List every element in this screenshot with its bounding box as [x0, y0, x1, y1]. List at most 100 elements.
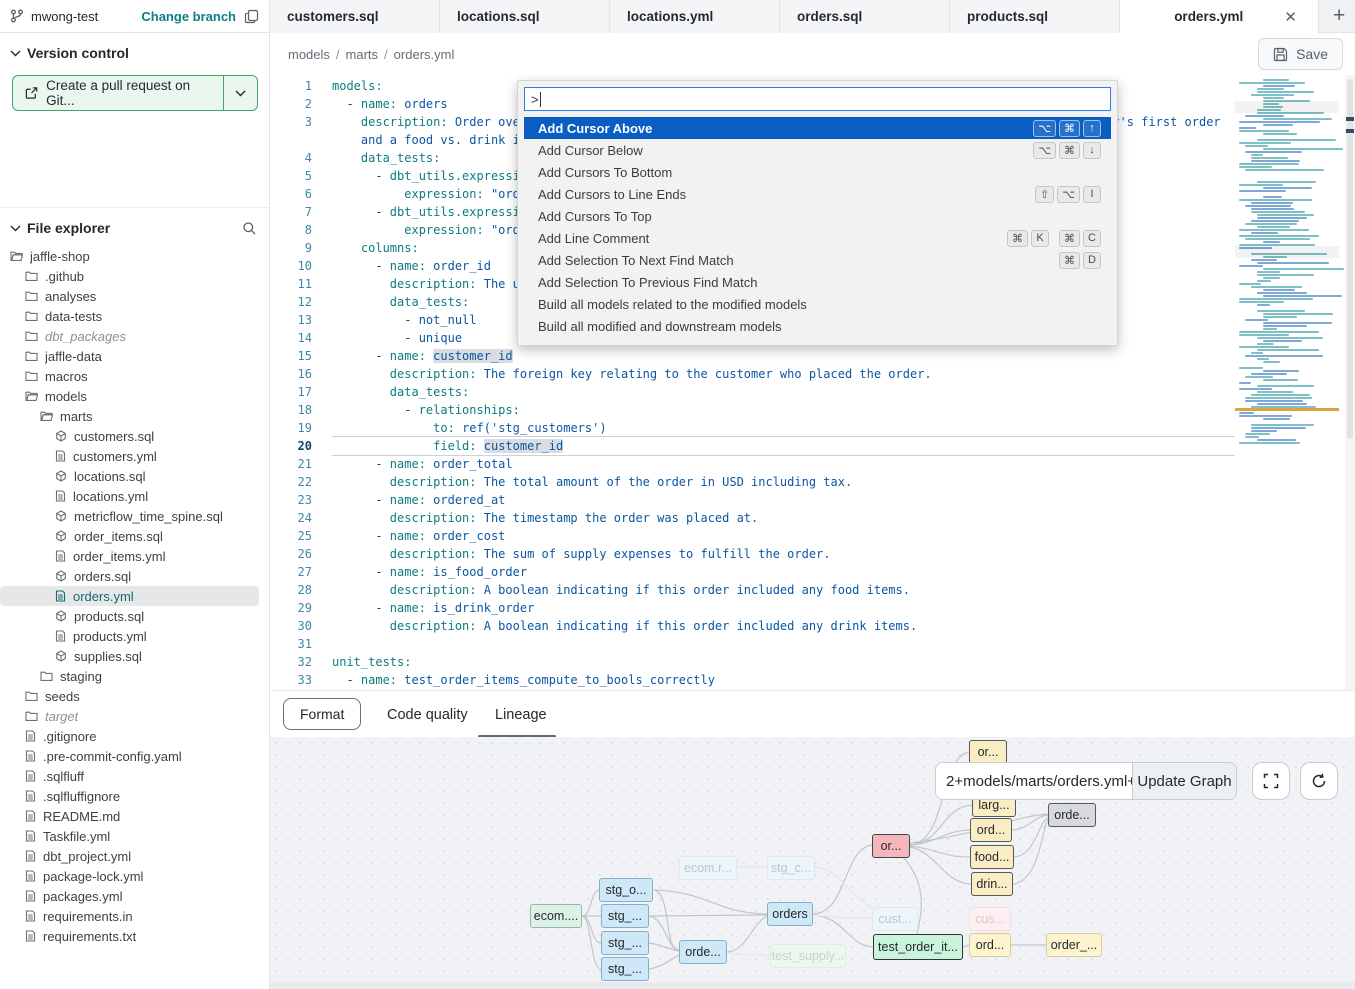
tree-item-locations-sql[interactable]: locations.sql — [0, 466, 269, 486]
tree-item-order-items-yml[interactable]: order_items.yml — [0, 546, 269, 566]
command-palette-input[interactable]: > — [524, 87, 1111, 111]
lineage-node-orde-[interactable]: orde... — [679, 940, 727, 964]
code-line[interactable]: 15 - name: customer_id — [270, 347, 1235, 365]
refresh-button[interactable] — [1300, 762, 1338, 800]
lineage-node-stg-o-[interactable]: stg_o... — [599, 878, 653, 902]
lineage-node-stg-[interactable]: stg_... — [601, 904, 649, 928]
lineage-node-cus-[interactable]: cus... — [969, 907, 1011, 931]
palette-item-add-cursor-above[interactable]: Add Cursor Above⌥⌘↑ — [524, 117, 1111, 139]
lineage-node-stg-[interactable]: stg_... — [601, 931, 649, 955]
code-line[interactable]: 22 description: The total amount of the … — [270, 473, 1235, 491]
lineage-node-ecom-r-[interactable]: ecom.r... — [679, 856, 737, 880]
tree-item-models[interactable]: models — [0, 386, 269, 406]
tab-customers-sql[interactable]: customers.sql — [270, 0, 440, 33]
tree-item-taskfile-yml[interactable]: Taskfile.yml — [0, 826, 269, 846]
new-tab-button[interactable]: + — [1333, 4, 1345, 28]
tree-item-jaffle-shop[interactable]: jaffle-shop — [0, 246, 269, 266]
code-line[interactable]: 31 — [270, 635, 1235, 653]
code-line[interactable]: 30 description: A boolean indicating if … — [270, 617, 1235, 635]
code-line[interactable]: 25 - name: order_cost — [270, 527, 1235, 545]
tree-item-staging[interactable]: staging — [0, 666, 269, 686]
code-line[interactable]: 32unit_tests: — [270, 653, 1235, 671]
tab-orders-yml[interactable]: orders.yml✕ — [1120, 0, 1319, 33]
update-graph-button[interactable]: Update Graph — [1132, 763, 1236, 799]
tree-item-order-items-sql[interactable]: order_items.sql — [0, 526, 269, 546]
file-explorer-header[interactable]: File explorer — [0, 208, 269, 242]
tree-item-supplies-sql[interactable]: supplies.sql — [0, 646, 269, 666]
code-line[interactable]: 27 - name: is_food_order — [270, 563, 1235, 581]
copy-icon[interactable] — [244, 9, 259, 24]
lineage-node-cust-[interactable]: cust... — [872, 907, 918, 931]
version-control-header[interactable]: Version control — [0, 33, 269, 67]
code-line[interactable]: 26 description: The sum of supply expens… — [270, 545, 1235, 563]
close-icon[interactable]: ✕ — [1280, 8, 1301, 26]
tree-item--sqlfluffignore[interactable]: .sqlfluffignore — [0, 786, 269, 806]
tree-item-requirements-txt[interactable]: requirements.txt — [0, 926, 269, 946]
tree-item-locations-yml[interactable]: locations.yml — [0, 486, 269, 506]
tab-products-sql[interactable]: products.sql — [950, 0, 1120, 33]
tree-item--sqlfluff[interactable]: .sqlfluff — [0, 766, 269, 786]
code-line[interactable]: 33 - name: test_order_items_compute_to_b… — [270, 671, 1235, 689]
breadcrumb-segment[interactable]: orders.yml — [394, 47, 455, 62]
tab-lineage[interactable]: Lineage — [495, 691, 547, 738]
tree-item--gitignore[interactable]: .gitignore — [0, 726, 269, 746]
lineage-node-ord-[interactable]: ord... — [969, 933, 1011, 957]
palette-item-add-cursors-to-top[interactable]: Add Cursors To Top — [524, 205, 1111, 227]
tree-item-orders-yml[interactable]: orders.yml — [0, 586, 259, 606]
palette-item-build-all-modified-and-downstream-models[interactable]: Build all modified and downstream models — [524, 315, 1111, 337]
lineage-node-ecom-[interactable]: ecom.... — [530, 904, 582, 928]
tree-item-dbt-project-yml[interactable]: dbt_project.yml — [0, 846, 269, 866]
tree-item-metricflow-time-spine-sql[interactable]: metricflow_time_spine.sql — [0, 506, 269, 526]
tree-item-seeds[interactable]: seeds — [0, 686, 269, 706]
tree-item-customers-yml[interactable]: customers.yml — [0, 446, 269, 466]
tree-item-products-yml[interactable]: products.yml — [0, 626, 269, 646]
code-line[interactable]: 20 field: customer_id — [270, 437, 1235, 455]
code-line[interactable]: 17 data_tests: — [270, 383, 1235, 401]
palette-item-add-selection-to-previous-find-match[interactable]: Add Selection To Previous Find Match — [524, 271, 1111, 293]
tree-item-analyses[interactable]: analyses — [0, 286, 269, 306]
palette-item-add-cursor-below[interactable]: Add Cursor Below⌥⌘↓ — [524, 139, 1111, 161]
lineage-node-order-[interactable]: order_... — [1046, 933, 1102, 957]
palette-item-add-line-comment[interactable]: Add Line Comment⌘K⌘C — [524, 227, 1111, 249]
palette-item-add-cursors-to-bottom[interactable]: Add Cursors To Bottom — [524, 161, 1111, 183]
code-line[interactable]: 24 description: The timestamp the order … — [270, 509, 1235, 527]
lineage-node-or-[interactable]: or... — [969, 740, 1007, 764]
lineage-node-stg-[interactable]: stg_... — [601, 957, 649, 981]
tree-item-marts[interactable]: marts — [0, 406, 269, 426]
breadcrumb-segment[interactable]: models — [288, 47, 330, 62]
code-line[interactable]: 23 - name: ordered_at — [270, 491, 1235, 509]
lineage-node-food-[interactable]: food... — [970, 845, 1014, 869]
code-line[interactable]: 18 - relationships: — [270, 401, 1235, 419]
fullscreen-button[interactable] — [1252, 762, 1290, 800]
tree-item-orders-sql[interactable]: orders.sql — [0, 566, 269, 586]
pr-dropdown-caret[interactable] — [223, 76, 257, 110]
graph-filter-input[interactable]: 2+models/marts/orders.yml+ — [936, 763, 1132, 799]
save-button[interactable]: Save — [1258, 38, 1343, 70]
tree-item-target[interactable]: target — [0, 706, 269, 726]
tree-item-package-lock-yml[interactable]: package-lock.yml — [0, 866, 269, 886]
breadcrumb-segment[interactable]: marts — [346, 47, 379, 62]
horizontal-scrollbar[interactable] — [270, 982, 1355, 989]
format-button[interactable]: Format — [283, 698, 361, 730]
code-line[interactable]: 29 - name: is_drink_order — [270, 599, 1235, 617]
tree-item-jaffle-data[interactable]: jaffle-data — [0, 346, 269, 366]
lineage-node-stg-c-[interactable]: stg_c... — [767, 856, 815, 880]
lineage-node-ord-[interactable]: ord... — [970, 818, 1012, 842]
palette-item-build-all-models-related-to-the-modified-models[interactable]: Build all models related to the modified… — [524, 293, 1111, 315]
palette-item-add-cursors-to-line-ends[interactable]: Add Cursors to Line Ends⇧⌥I — [524, 183, 1111, 205]
palette-item-add-selection-to-next-find-match[interactable]: Add Selection To Next Find Match⌘D — [524, 249, 1111, 271]
lineage-node-orde-[interactable]: orde... — [1048, 803, 1096, 827]
tree-item-customers-sql[interactable]: customers.sql — [0, 426, 269, 446]
create-pr-button[interactable]: Create a pull request on Git... — [12, 75, 258, 111]
tree-item-packages-yml[interactable]: packages.yml — [0, 886, 269, 906]
tree-item-data-tests[interactable]: data-tests — [0, 306, 269, 326]
lineage-node-or-[interactable]: or... — [872, 834, 910, 858]
code-line[interactable]: 21 - name: order_total — [270, 455, 1235, 473]
lineage-node-orders[interactable]: orders — [767, 902, 813, 926]
minimap[interactable] — [1235, 75, 1345, 690]
tree-item-dbt-packages[interactable]: dbt_packages — [0, 326, 269, 346]
tab-locations-yml[interactable]: locations.yml — [610, 0, 780, 33]
lineage-canvas[interactable]: ecom....stg_o...stg_...stg_...stg_...ord… — [270, 737, 1355, 982]
lineage-node-test-order-it-[interactable]: test_order_it... — [873, 934, 963, 960]
lineage-node-test-supply-[interactable]: test_supply... — [770, 944, 846, 968]
